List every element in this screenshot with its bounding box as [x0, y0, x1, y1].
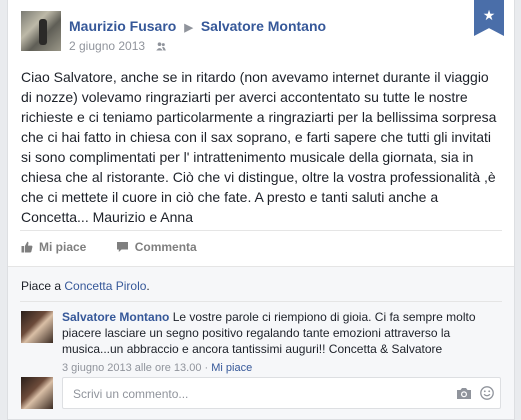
like-label: Mi piace — [39, 240, 87, 254]
comment-body: Salvatore Montano Le vostre parole ci ri… — [62, 309, 482, 376]
emoji-icon[interactable] — [480, 386, 494, 400]
thumbs-up-icon — [21, 241, 33, 253]
friends-icon[interactable] — [156, 42, 167, 51]
post-text: Ciao Salvatore, anche se in ritardo (non… — [21, 69, 497, 225]
author-name[interactable]: Maurizio Fusaro — [69, 18, 176, 34]
likes-summary: Piace a Concetta Pirolo. — [21, 279, 150, 293]
like-button[interactable]: Mi piace — [21, 240, 86, 254]
post-actions: Mi piace Commenta — [21, 240, 223, 256]
author-avatar[interactable] — [21, 11, 61, 51]
star-icon: ★ — [482, 7, 496, 23]
comment-like-link[interactable]: Mi piace — [211, 362, 252, 374]
meta-separator: · — [204, 362, 209, 374]
divider — [20, 230, 502, 231]
comment-timestamp[interactable]: 3 giugno 2013 alle ore 13.00 — [62, 362, 201, 374]
comments-section: Piace a Concetta Pirolo. Salvatore Monta… — [8, 266, 514, 419]
comment-author[interactable]: Salvatore Montano — [62, 310, 169, 324]
comment-label: Commenta — [134, 240, 197, 254]
comment-icon — [116, 242, 128, 252]
comment-composer — [21, 377, 501, 409]
post-date[interactable]: 2 giugno 2013 — [69, 39, 145, 53]
commenter-avatar[interactable] — [21, 311, 53, 343]
camera-icon[interactable] — [456, 387, 472, 400]
arrow-right-icon: ▶ — [184, 22, 193, 34]
comment-meta: 3 giugno 2013 alle ore 13.00 · Mi piace — [62, 360, 482, 376]
likes-prefix: Piace a — [21, 279, 62, 293]
recipient-name[interactable]: Salvatore Montano — [201, 18, 326, 34]
composer-avatar — [21, 377, 53, 409]
post-meta: 2 giugno 2013 — [69, 39, 167, 53]
comment-input-box[interactable] — [62, 377, 501, 409]
post-header: Maurizio Fusaro ▶ Salvatore Montano — [69, 18, 326, 34]
liker-name[interactable]: Concetta Pirolo — [64, 279, 146, 293]
bookmark-ribbon[interactable]: ★ — [474, 0, 504, 36]
comment-input[interactable] — [71, 386, 435, 402]
divider — [20, 301, 502, 302]
likes-suffix: . — [146, 279, 150, 293]
comment-button[interactable]: Commenta — [116, 240, 197, 254]
post-card: Maurizio Fusaro ▶ Salvatore Montano 2 giug… — [7, 0, 515, 420]
